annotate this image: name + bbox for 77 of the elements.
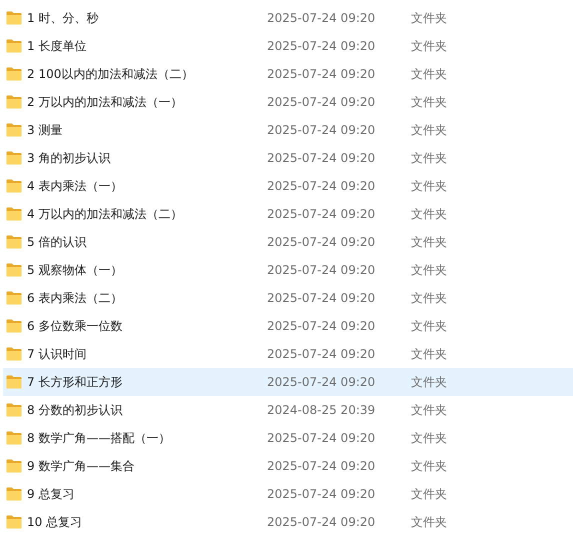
modified-date: 2025-07-24 09:20: [267, 206, 376, 223]
file-type: 文件夹: [411, 346, 447, 363]
folder-icon: [6, 151, 22, 165]
file-type: 文件夹: [411, 66, 447, 83]
file-name: 7 长方形和正方形: [27, 374, 124, 391]
folder-icon: [6, 39, 22, 53]
file-type: 文件夹: [411, 374, 447, 391]
file-name: 8 数学广角——搭配（一）: [27, 430, 172, 447]
file-type: 文件夹: [411, 514, 447, 531]
modified-date: 2025-07-24 09:20: [267, 290, 376, 307]
file-type: 文件夹: [411, 486, 447, 503]
file-type: 文件夹: [411, 94, 447, 111]
modified-date: 2025-07-24 09:20: [267, 66, 376, 83]
file-name: 1 长度单位: [27, 38, 88, 55]
folder-icon: [6, 431, 22, 445]
modified-date: 2025-07-24 09:20: [267, 234, 376, 251]
folder-icon: [6, 375, 22, 389]
file-type: 文件夹: [411, 38, 447, 55]
modified-date: 2025-07-24 09:20: [267, 486, 376, 503]
modified-date: 2025-07-24 09:20: [267, 38, 376, 55]
folder-icon: [6, 179, 22, 193]
folder-icon: [6, 291, 22, 305]
file-type: 文件夹: [411, 234, 447, 251]
file-name: 2 万以内的加法和减法（一）: [27, 94, 184, 111]
modified-date: 2025-07-24 09:20: [267, 346, 376, 363]
modified-date: 2025-07-24 09:20: [267, 178, 376, 195]
file-name: 2 100以内的加法和减法（二）: [27, 66, 194, 83]
file-name: 3 测量: [27, 122, 64, 139]
file-name: 9 总复习: [27, 486, 76, 503]
file-type: 文件夹: [411, 206, 447, 223]
file-type: 文件夹: [411, 10, 447, 27]
folder-icon: [6, 207, 22, 221]
file-name: 1 时、分、秒: [27, 10, 100, 27]
file-type: 文件夹: [411, 150, 447, 167]
file-name: 7 认识时间: [27, 346, 88, 363]
modified-date: 2025-07-24 09:20: [267, 514, 376, 531]
folder-icon: [6, 263, 22, 277]
modified-date: 2025-07-24 09:20: [267, 122, 376, 139]
file-name: 8 分数的初步认识: [27, 402, 124, 419]
folder-icon: [6, 459, 22, 473]
file-type: 文件夹: [411, 318, 447, 335]
file-name: 10 总复习: [27, 514, 84, 531]
file-name: 4 万以内的加法和减法（二）: [27, 206, 184, 223]
file-row[interactable]: 7 长方形和正方形 2025-07-24 09:20 文件夹: [3, 368, 573, 396]
file-type: 文件夹: [411, 458, 447, 475]
file-name: 5 观察物体（一）: [27, 262, 124, 279]
modified-date: 2025-07-24 09:20: [267, 430, 376, 447]
file-name: 4 表内乘法（一）: [27, 178, 124, 195]
file-name: 9 数学广角——集合: [27, 458, 136, 475]
file-name: 6 表内乘法（二）: [27, 290, 124, 307]
folder-icon: [6, 347, 22, 361]
modified-date: 2025-07-24 09:20: [267, 374, 376, 391]
file-type: 文件夹: [411, 290, 447, 307]
modified-date: 2025-07-24 09:20: [267, 458, 376, 475]
modified-date: 2025-07-24 09:20: [267, 262, 376, 279]
folder-icon: [6, 487, 22, 501]
file-type: 文件夹: [411, 178, 447, 195]
file-type: 文件夹: [411, 402, 447, 419]
modified-date: 2025-07-24 09:20: [267, 94, 376, 111]
file-type: 文件夹: [411, 262, 447, 279]
folder-icon: [6, 235, 22, 249]
modified-date: 2024-08-25 20:39: [267, 402, 376, 419]
file-type: 文件夹: [411, 122, 447, 139]
file-name: 5 倍的认识: [27, 234, 88, 251]
folder-icon: [6, 403, 22, 417]
folder-icon: [6, 95, 22, 109]
folder-icon: [6, 67, 22, 81]
folder-icon: [6, 515, 22, 529]
folder-icon: [6, 123, 22, 137]
folder-icon: [6, 11, 22, 25]
file-name: 3 角的初步认识: [27, 150, 112, 167]
file-type: 文件夹: [411, 430, 447, 447]
file-name: 6 多位数乘一位数: [27, 318, 124, 335]
modified-date: 2025-07-24 09:20: [267, 10, 376, 27]
modified-date: 2025-07-24 09:20: [267, 150, 376, 167]
folder-icon: [6, 319, 22, 333]
modified-date: 2025-07-24 09:20: [267, 318, 376, 335]
